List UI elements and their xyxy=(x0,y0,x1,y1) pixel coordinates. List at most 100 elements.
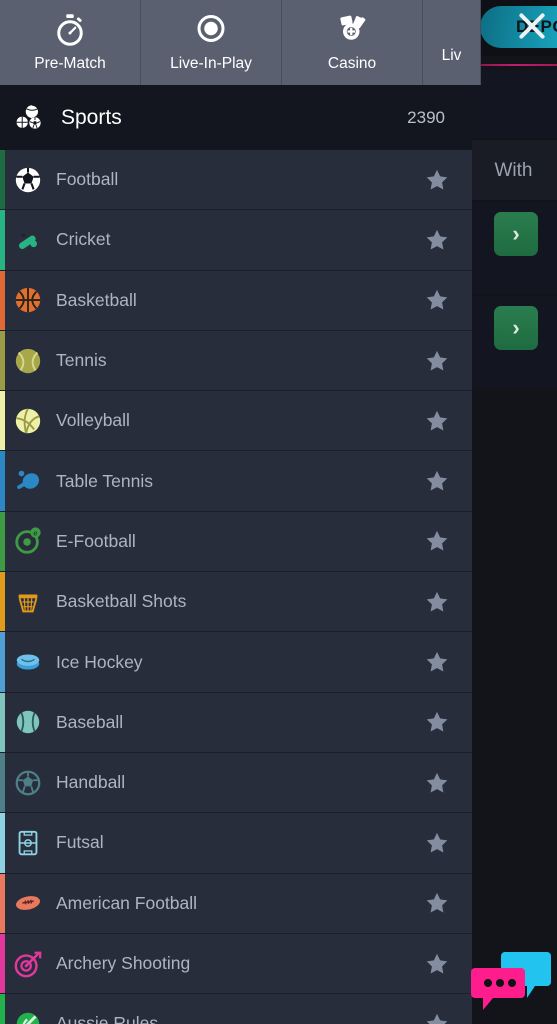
favorite-star-icon[interactable] xyxy=(424,1011,450,1024)
sport-row[interactable]: Volleyball xyxy=(0,391,472,452)
sport-accent-bar xyxy=(0,933,5,994)
favorite-star-icon[interactable] xyxy=(424,227,450,253)
sport-row[interactable]: Basketball Shots xyxy=(0,572,472,633)
sport-accent-bar xyxy=(0,451,5,511)
favorite-star-icon[interactable] xyxy=(424,709,450,735)
sport-name: Futsal xyxy=(56,832,104,853)
ice-hockey-icon xyxy=(16,654,40,670)
top-navigation: Pre-Match Live-In-Play Casino Liv xyxy=(0,0,481,85)
sport-name: Aussie Rules xyxy=(56,1013,159,1024)
tab-casino[interactable]: Casino xyxy=(282,0,423,85)
basketball-shots-icon xyxy=(18,594,38,613)
sport-name: Basketball xyxy=(56,289,137,310)
withdraw-label: With xyxy=(494,160,533,181)
panel-next-button-1[interactable]: › xyxy=(494,212,538,256)
futsal-icon xyxy=(18,830,38,856)
sport-name: Handball xyxy=(56,772,126,793)
favorite-star-icon[interactable] xyxy=(424,468,450,494)
tab-live-partial-label: Liv xyxy=(441,46,462,64)
sport-row[interactable]: Basketball xyxy=(0,270,472,331)
american-football-icon xyxy=(16,896,40,911)
basketball-icon xyxy=(15,288,41,313)
aussie-rules-icon xyxy=(16,1012,40,1024)
tab-pre-match[interactable]: Pre-Match xyxy=(0,0,141,85)
sport-row[interactable]: Futsal xyxy=(0,813,472,874)
sport-accent-bar xyxy=(0,572,5,632)
sport-name: E-Football xyxy=(56,530,136,551)
sport-name: Archery Shooting xyxy=(56,953,191,973)
tab-pre-match-label: Pre-Match xyxy=(34,55,106,72)
sport-row[interactable]: Tennis xyxy=(0,330,472,392)
sport-accent-bar xyxy=(0,873,5,933)
sport-row[interactable]: Archery Shooting xyxy=(0,933,472,995)
favorite-star-icon[interactable] xyxy=(424,408,450,434)
favorite-star-icon[interactable] xyxy=(424,348,450,374)
casino-cards-chip-icon xyxy=(340,15,366,40)
sport-row[interactable]: Football xyxy=(0,150,472,211)
panel-next-button-2[interactable]: › xyxy=(494,306,538,350)
favorite-star-icon[interactable] xyxy=(424,589,450,615)
sports-list[interactable]: Football Cricket Basketball Tennis Volleybal… xyxy=(0,150,472,1024)
favorite-star-icon[interactable] xyxy=(424,287,450,313)
sports-title: Sports xyxy=(61,105,122,129)
favorite-star-icon[interactable] xyxy=(424,528,450,554)
sport-row[interactable]: Handball xyxy=(0,752,472,814)
favorite-star-icon[interactable] xyxy=(424,951,450,977)
sport-accent-bar xyxy=(0,692,5,752)
e-football-icon: e xyxy=(15,527,41,555)
sports-count: 2390 xyxy=(407,107,445,127)
favorite-star-icon[interactable] xyxy=(424,830,450,856)
sport-row[interactable]: Baseball xyxy=(0,692,472,753)
sport-accent-bar xyxy=(0,511,5,572)
table-tennis-icon xyxy=(17,470,40,490)
sport-accent-bar xyxy=(0,632,5,692)
sport-accent-bar xyxy=(0,994,5,1024)
sport-row[interactable]: Ice Hockey xyxy=(0,632,472,693)
chat-widget[interactable] xyxy=(469,944,553,1018)
app-root: DEPOSIT With › › Pre-Match xyxy=(0,0,557,1024)
sport-accent-bar xyxy=(0,391,5,451)
sport-name: American Football xyxy=(56,892,198,913)
sport-row[interactable]: Table Tennis xyxy=(0,451,472,512)
panel-block-1 xyxy=(470,70,557,138)
favorite-star-icon[interactable] xyxy=(424,890,450,916)
pink-divider xyxy=(470,64,557,66)
sport-row[interactable]: e E-Football xyxy=(0,511,472,573)
sport-accent-bar xyxy=(0,813,5,873)
tennis-icon xyxy=(15,348,41,373)
sport-accent-bar xyxy=(0,752,5,813)
svg-text:e: e xyxy=(33,529,37,538)
sport-name: Ice Hockey xyxy=(56,651,143,672)
sports-balls-icon xyxy=(16,104,41,129)
sport-accent-bar xyxy=(0,150,5,210)
tab-live-partial[interactable]: Liv xyxy=(423,0,481,85)
archery-shooting-icon xyxy=(14,951,42,977)
live-circle-icon xyxy=(197,15,225,42)
chat-bubbles-icon xyxy=(471,952,551,1010)
football-icon xyxy=(15,167,41,192)
sport-name: Cricket xyxy=(56,229,111,250)
handball-icon xyxy=(15,770,41,795)
sport-name: Basketball Shots xyxy=(56,591,187,612)
sport-accent-bar xyxy=(0,330,5,391)
cricket-icon xyxy=(18,233,37,249)
sport-name: Football xyxy=(56,169,119,190)
sports-header[interactable]: Sports 2390 xyxy=(0,85,472,150)
tab-live-in-play[interactable]: Live-In-Play xyxy=(141,0,282,85)
close-icon[interactable] xyxy=(512,6,552,46)
favorite-star-icon[interactable] xyxy=(424,770,450,796)
sport-row[interactable]: American Football xyxy=(0,873,472,934)
sport-accent-bar xyxy=(0,270,5,330)
sport-name: Tennis xyxy=(56,350,107,371)
sport-row[interactable]: Aussie Rules xyxy=(0,994,472,1024)
sport-name: Baseball xyxy=(56,711,124,732)
favorite-star-icon[interactable] xyxy=(424,649,450,675)
sport-accent-bar xyxy=(0,210,5,270)
sport-row[interactable]: Cricket xyxy=(0,210,472,271)
sport-name: Volleyball xyxy=(56,410,130,431)
baseball-icon xyxy=(16,711,40,734)
favorite-star-icon[interactable] xyxy=(424,167,450,193)
stopwatch-icon xyxy=(57,14,83,46)
volleyball-icon xyxy=(15,408,41,434)
sport-name: Table Tennis xyxy=(56,470,153,491)
